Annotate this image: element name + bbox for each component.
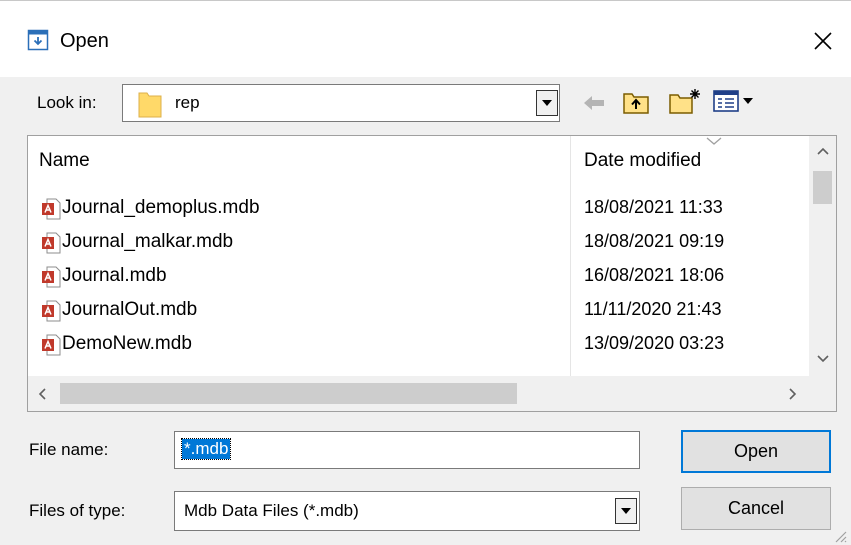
new-folder-icon[interactable]	[668, 87, 702, 115]
file-row[interactable]: Journal_malkar.mdb 18/08/2021 09:19	[28, 225, 808, 259]
look-in-dropdown[interactable]: rep	[122, 84, 560, 122]
file-name-cell: JournalOut.mdb	[62, 299, 198, 320]
horizontal-scrollbar[interactable]	[28, 376, 836, 411]
file-date-cell: 11/11/2020 21:43	[584, 299, 722, 319]
scroll-left-icon[interactable]	[37, 387, 47, 401]
access-database-file-icon	[42, 300, 61, 322]
title-bar: Open	[0, 1, 851, 77]
access-database-file-icon	[42, 232, 61, 254]
chevron-down-icon	[542, 100, 552, 106]
file-row[interactable]: Journal.mdb 16/08/2021 18:06	[28, 259, 808, 293]
vertical-scrollbar[interactable]	[809, 136, 836, 376]
close-icon	[814, 32, 832, 50]
access-database-file-icon	[42, 334, 61, 356]
files-of-type-dropdown-arrow[interactable]	[615, 498, 637, 524]
back-arrow-icon[interactable]	[582, 93, 606, 113]
close-button[interactable]	[798, 19, 848, 63]
file-row[interactable]: Journal_demoplus.mdb 18/08/2021 11:33	[28, 191, 808, 225]
chevron-down-icon	[621, 508, 631, 514]
file-name-value: *.mdb	[180, 438, 232, 460]
file-row[interactable]: JournalOut.mdb 11/11/2020 21:43	[28, 293, 808, 327]
look-in-value: rep	[175, 93, 200, 112]
column-header-name[interactable]: Name	[39, 150, 90, 172]
file-date-cell: 13/09/2020 03:23	[584, 333, 725, 353]
scroll-down-icon[interactable]	[816, 354, 830, 364]
open-button[interactable]: Open	[681, 430, 831, 473]
files-of-type-label: Files of type:	[29, 501, 126, 520]
file-name-cell: Journal.mdb	[62, 265, 167, 286]
access-database-file-icon	[42, 198, 61, 220]
file-name-cell: Journal_malkar.mdb	[62, 231, 234, 252]
sort-indicator-icon	[706, 137, 722, 145]
file-row[interactable]: DemoNew.mdb 13/09/2020 03:23	[28, 327, 808, 361]
file-list[interactable]: Name Date modified Journal_demoplus.mdb …	[27, 135, 837, 412]
resize-grip-icon[interactable]	[832, 528, 848, 544]
column-header-date-modified[interactable]: Date modified	[584, 150, 701, 172]
look-in-label: Look in:	[37, 93, 97, 112]
vertical-scroll-thumb[interactable]	[813, 171, 832, 204]
cancel-button[interactable]: Cancel	[681, 487, 831, 530]
file-name-cell: DemoNew.mdb	[62, 333, 192, 354]
file-name-cell: Journal_demoplus.mdb	[62, 197, 260, 218]
horizontal-scroll-thumb[interactable]	[60, 383, 517, 404]
look-in-dropdown-arrow[interactable]	[536, 90, 558, 116]
up-folder-icon[interactable]	[622, 89, 650, 115]
open-file-icon	[27, 29, 49, 51]
file-name-input[interactable]: *.mdb	[174, 431, 640, 469]
files-of-type-dropdown[interactable]: Mdb Data Files (*.mdb)	[174, 491, 640, 531]
file-name-label: File name:	[29, 440, 109, 459]
scroll-up-icon[interactable]	[816, 146, 830, 156]
dialog-title: Open	[60, 30, 109, 52]
view-menu-icon[interactable]	[712, 89, 756, 113]
open-dialog: Open Look in: rep Name Date modified Jou…	[0, 0, 851, 545]
file-date-cell: 16/08/2021 18:06	[584, 265, 725, 285]
files-of-type-value: Mdb Data Files (*.mdb)	[184, 501, 359, 520]
file-date-cell: 18/08/2021 11:33	[584, 197, 723, 217]
scroll-right-icon[interactable]	[788, 387, 798, 401]
file-date-cell: 18/08/2021 09:19	[584, 231, 725, 251]
access-database-file-icon	[42, 266, 61, 288]
folder-icon	[138, 92, 162, 118]
